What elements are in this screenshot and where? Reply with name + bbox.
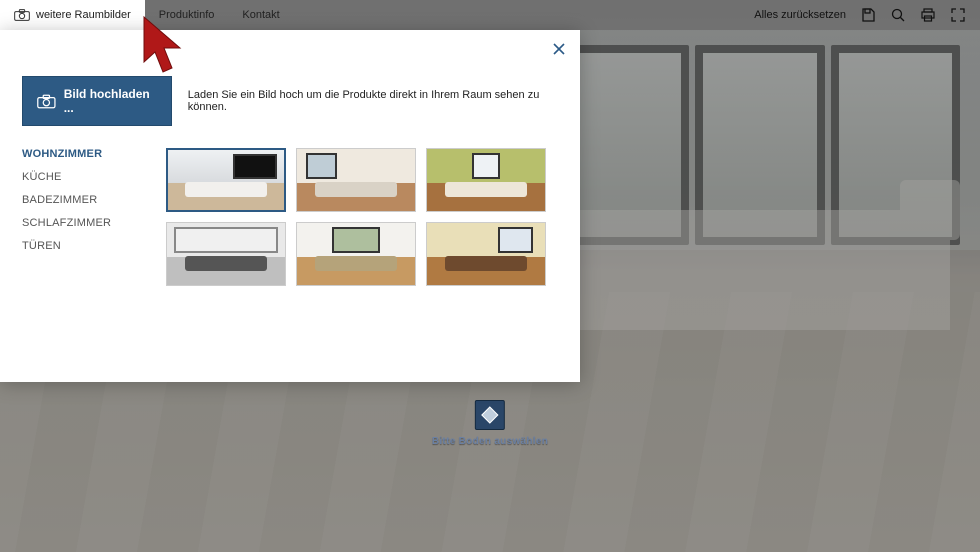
room-thumbnail[interactable] [166, 222, 286, 286]
room-thumbnail[interactable] [426, 148, 546, 212]
pointer-cursor-overlay [140, 14, 190, 84]
thumbnail-grid [166, 148, 546, 286]
floor-selector-label: Bitte Boden auswählen [432, 436, 548, 447]
close-button[interactable] [552, 42, 566, 61]
category-kueche[interactable]: KÜCHE [22, 171, 140, 183]
category-schlafzimmer[interactable]: SCHLAFZIMMER [22, 217, 140, 229]
upload-caption: Laden Sie ein Bild hoch um die Produkte … [188, 89, 558, 113]
tab-contact[interactable]: Kontakt [228, 0, 293, 30]
camera-icon [37, 94, 56, 109]
zoom-icon[interactable] [890, 7, 906, 23]
diamond-icon [480, 405, 500, 425]
tab-room-images[interactable]: weitere Raumbilder [0, 0, 145, 30]
room-thumbnail[interactable] [296, 222, 416, 286]
room-thumbnail[interactable] [426, 222, 546, 286]
room-thumbnail[interactable] [296, 148, 416, 212]
print-icon[interactable] [920, 7, 936, 23]
floor-tile-icon [475, 400, 505, 430]
upload-button-label: Bild hochladen ... [64, 87, 157, 115]
tab-contact-label: Kontakt [242, 9, 279, 21]
close-icon [552, 42, 566, 56]
floor-selector[interactable]: Bitte Boden auswählen [432, 400, 548, 447]
fullscreen-icon[interactable] [950, 7, 966, 23]
category-wohnzimmer[interactable]: WOHNZIMMER [22, 148, 140, 160]
save-icon[interactable] [860, 7, 876, 23]
room-picker-modal: Bild hochladen ... Laden Sie ein Bild ho… [0, 30, 580, 382]
category-badezimmer[interactable]: BADEZIMMER [22, 194, 140, 206]
reset-link[interactable]: Alles zurücksetzen [754, 9, 846, 21]
category-list: WOHNZIMMER KÜCHE BADEZIMMER SCHLAFZIMMER… [22, 148, 140, 286]
room-thumbnail[interactable] [166, 148, 286, 212]
tab-room-images-label: weitere Raumbilder [36, 0, 131, 30]
camera-icon [14, 9, 30, 21]
category-tueren[interactable]: TÜREN [22, 240, 140, 252]
